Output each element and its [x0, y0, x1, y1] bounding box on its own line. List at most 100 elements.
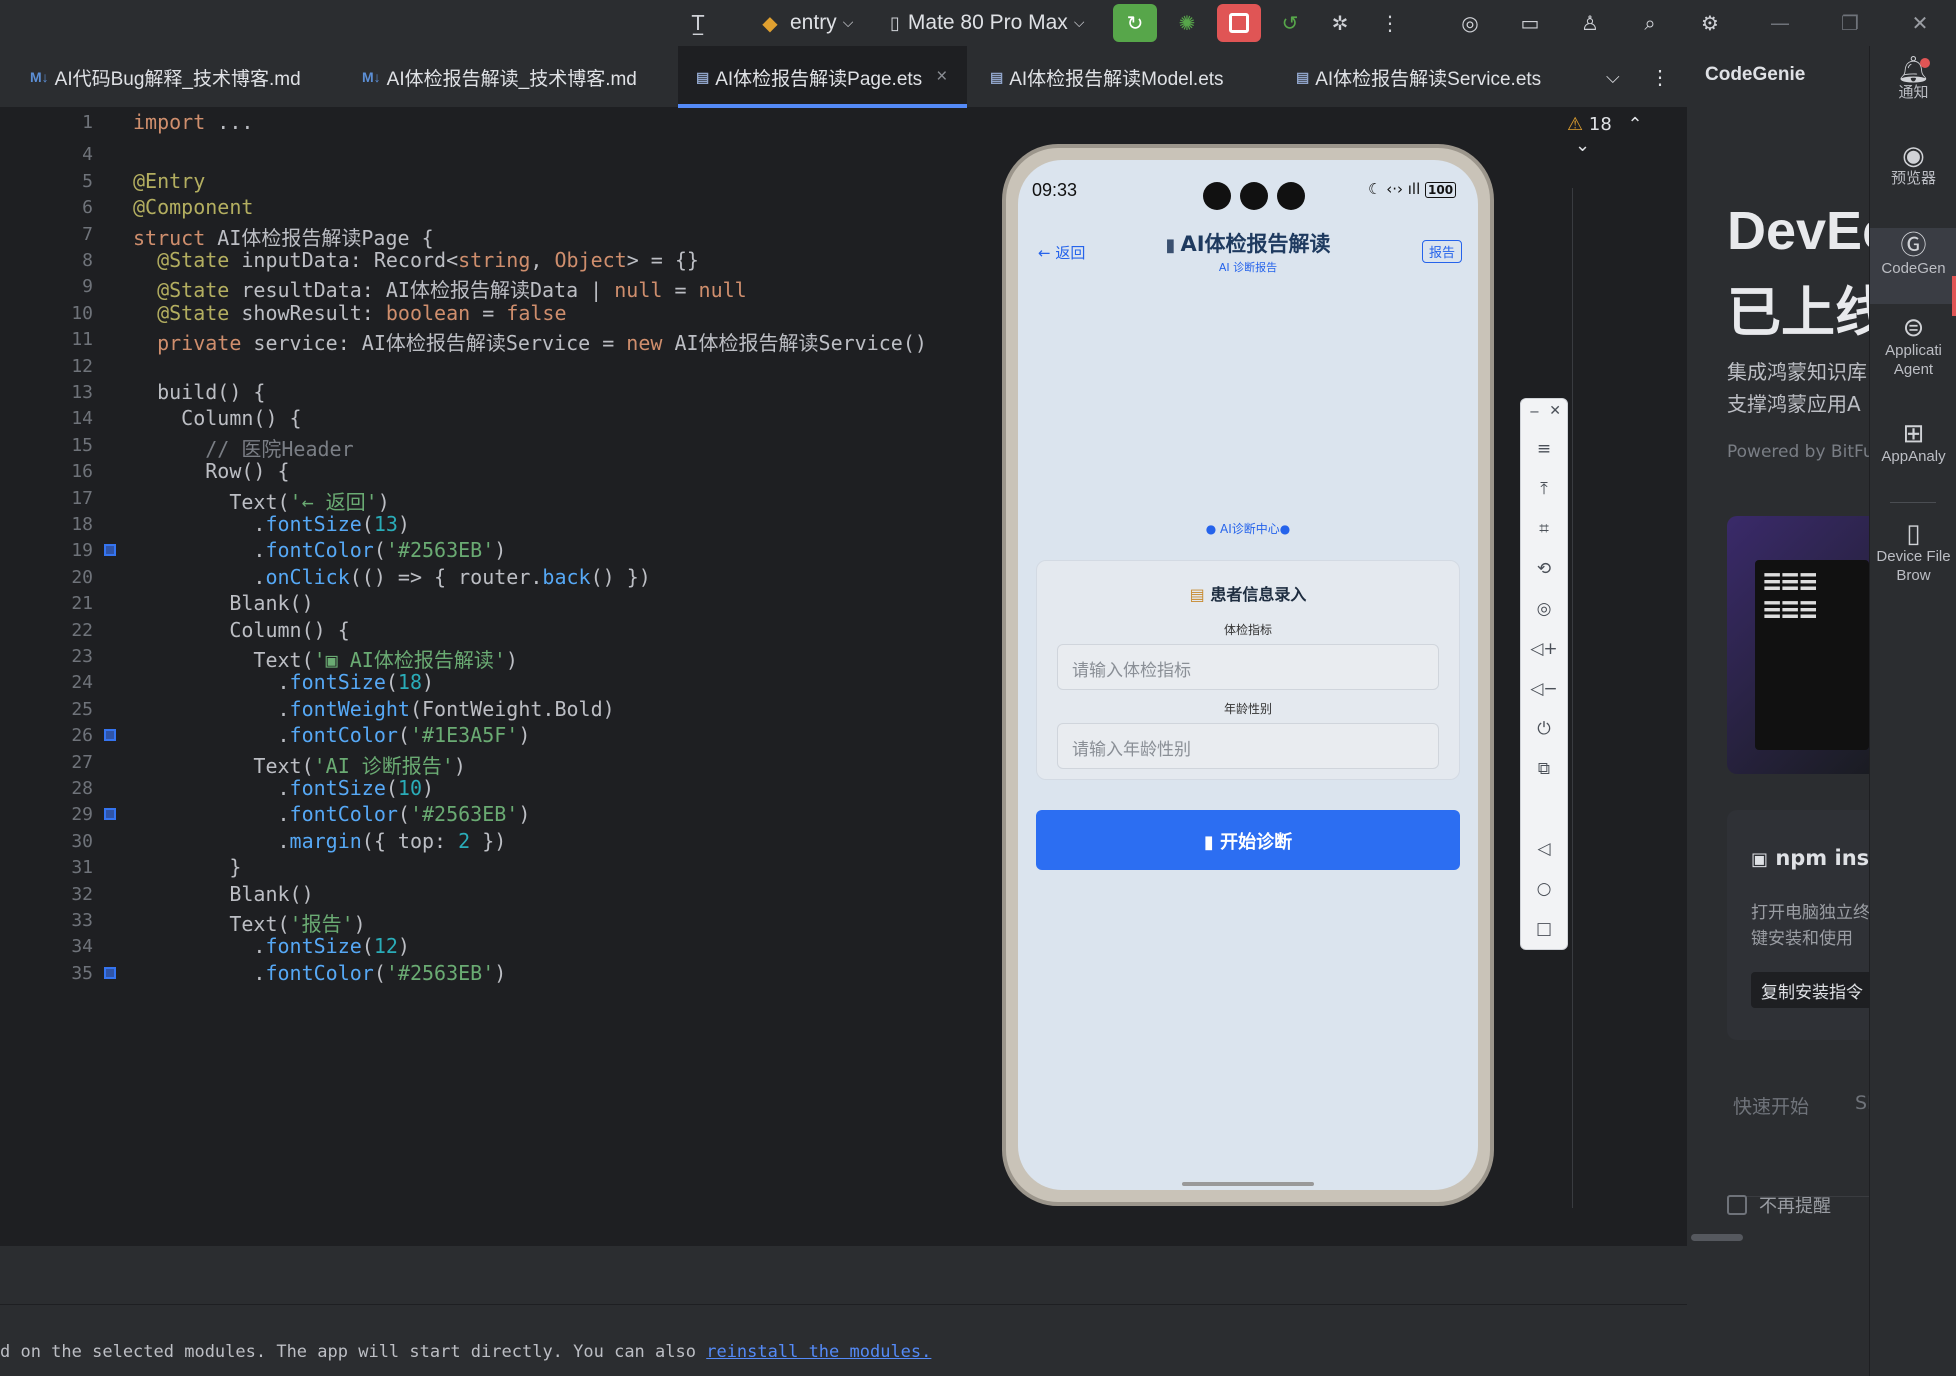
checkup-indicator-input[interactable]: 请输入体检指标	[1057, 644, 1439, 690]
more-icon[interactable]: ⋮	[1370, 4, 1410, 42]
nav-recent-icon[interactable]: □	[1521, 919, 1567, 939]
field-label: 体检指标	[1223, 623, 1272, 637]
previewer-tool[interactable]: ◉ 预览器	[1870, 142, 1956, 188]
code-line[interactable]: Text('▣ AI体检报告解读')	[133, 644, 518, 673]
code-line[interactable]: Column() {	[133, 618, 349, 642]
code-line[interactable]: @State resultData: AI体检报告解读Data | null =…	[133, 274, 747, 303]
code-line[interactable]: // 医院Header	[133, 433, 353, 462]
reinstall-link[interactable]: reinstall the modules.	[706, 1342, 931, 1362]
volume-up-icon[interactable]: ◁+	[1521, 639, 1567, 659]
bell-icon: 🔔︎	[1896, 54, 1930, 84]
tab-more-icon[interactable]: ⋮	[1650, 46, 1670, 108]
code-line[interactable]: Blank()	[133, 882, 313, 906]
codegenie-tool[interactable]: Ⓖ CodeGen	[1870, 228, 1956, 304]
code-line[interactable]: Text('← 返回')	[133, 486, 389, 515]
tab-bug-md[interactable]: M↓ AI代码Bug解释_技术博客.md	[30, 46, 301, 108]
appanalyzer-tool[interactable]: ⊞ AppAnaly	[1870, 420, 1956, 466]
target-icon[interactable]: ◎	[1450, 4, 1490, 42]
run-button[interactable]: ↻	[1113, 4, 1157, 42]
rotate-icon[interactable]: ⟲	[1521, 559, 1567, 579]
code-line[interactable]: @State showResult: boolean = false	[133, 301, 566, 325]
code-line[interactable]: Blank()	[133, 591, 313, 615]
nav-home-icon[interactable]: ○	[1521, 879, 1567, 899]
code-line[interactable]: @Component	[133, 195, 253, 219]
tab-quick-start[interactable]: 快速开始	[1733, 1092, 1809, 1119]
code-line[interactable]: struct AI体检报告解读Page {	[133, 222, 434, 251]
settings-gear-icon[interactable]: ⚙	[1690, 4, 1730, 42]
color-swatch-icon[interactable]	[104, 808, 116, 821]
code-line[interactable]: .fontSize(10)	[133, 776, 434, 800]
line-number: 28	[71, 778, 93, 799]
code-line[interactable]: }	[133, 855, 241, 879]
inspection-widget[interactable]: ⚠ 18 ⌃ ⌄	[1567, 114, 1671, 156]
code-line[interactable]: .fontSize(18)	[133, 670, 434, 694]
tab-service-ets[interactable]: ▤ AI体检报告解读Service.ets	[1296, 46, 1541, 108]
search-icon[interactable]: ⌕	[1630, 4, 1670, 42]
nav-back-icon[interactable]: ◁	[1521, 839, 1567, 859]
phone-screen: 09:33 ☾ ‹·› ıll 100 ← 返回 ▮ AI体检报告解读 AI 诊…	[1018, 160, 1478, 1190]
maximize-icon[interactable]: ❐	[1830, 4, 1870, 42]
multi-device-icon[interactable]: ⧉	[1521, 759, 1567, 779]
field-label: 年龄性别	[1223, 702, 1272, 716]
report-button[interactable]: 报告	[1422, 240, 1463, 263]
close-tab-icon[interactable]: ×	[936, 66, 947, 88]
age-gender-input[interactable]: 请输入年龄性别	[1057, 723, 1439, 769]
menu-icon[interactable]: ≡	[1521, 439, 1567, 459]
profiler-icon[interactable]: ✲	[1320, 4, 1360, 42]
code-line[interactable]: Text('报告')	[133, 908, 365, 937]
code-line[interactable]: .fontColor('#1E3A5F')	[133, 723, 530, 747]
close-preview-icon[interactable]: ✕	[1521, 403, 1567, 419]
notifications-tool[interactable]: 🔔︎ 通知	[1870, 54, 1956, 102]
tab-page-ets[interactable]: ▤ AI体检报告解读Page.ets ×	[678, 46, 968, 108]
line-number: 8	[82, 250, 93, 271]
code-line[interactable]: .onClick(() => { router.back() })	[133, 565, 650, 589]
start-diagnosis-button[interactable]: ▮ 开始诊断	[1036, 810, 1460, 870]
horizontal-scrollbar[interactable]	[1691, 1234, 1743, 1241]
tab-list-chevron-icon[interactable]: ⌵	[1606, 46, 1620, 108]
application-agent-tool[interactable]: ⊜ Applicati Agent	[1870, 314, 1956, 379]
color-swatch-icon[interactable]	[104, 544, 116, 557]
power-icon[interactable]: ⏻	[1521, 719, 1567, 739]
text-tool-icon[interactable]: T̲	[676, 4, 720, 42]
module-selector[interactable]: entry ⌵	[790, 4, 853, 42]
code-line[interactable]: .fontSize(12)	[133, 934, 410, 958]
screenshot-icon[interactable]: ◎	[1521, 599, 1567, 619]
code-line[interactable]: @Entry	[133, 169, 205, 193]
code-line[interactable]: .fontColor('#2563EB')	[133, 802, 530, 826]
chevron-up-icon[interactable]: ⌃	[1628, 114, 1643, 135]
debug-icon[interactable]: ✺	[1167, 4, 1207, 42]
tab-model-ets[interactable]: ▤ AI体检报告解读Model.ets	[990, 46, 1224, 108]
code-line[interactable]: .margin({ top: 2 })	[133, 829, 506, 853]
code-line[interactable]: @State inputData: Record<string, Object>…	[133, 248, 699, 272]
stop-button[interactable]	[1217, 4, 1261, 42]
code-line[interactable]: .fontColor('#2563EB')	[133, 961, 506, 985]
volume-down-icon[interactable]: ◁−	[1521, 679, 1567, 699]
folder-icon[interactable]: ▭	[1510, 4, 1550, 42]
copy-install-button[interactable]: 复制安装指令	[1751, 972, 1873, 1008]
code-line[interactable]: Row() {	[133, 459, 289, 483]
chevron-down-icon[interactable]: ⌄	[1575, 135, 1590, 156]
minimize-icon[interactable]: —	[1760, 4, 1800, 42]
code-line[interactable]: .fontWeight(FontWeight.Bold)	[133, 697, 614, 721]
report-icon: ▮	[1203, 832, 1214, 853]
code-line[interactable]: Column() {	[133, 406, 301, 430]
dont-remind-checkbox[interactable]: 不再提醒	[1727, 1192, 1831, 1218]
battery-indicator: 100	[1425, 182, 1457, 198]
crop-icon[interactable]: ⌗	[1521, 519, 1567, 539]
device-file-browser-tool[interactable]: ▯ Device File Brow	[1870, 520, 1956, 585]
home-indicator[interactable]	[1182, 1182, 1314, 1186]
code-line[interactable]: .fontSize(13)	[133, 512, 410, 536]
tab-report-md[interactable]: M↓ AI体检报告解读_技术博客.md	[362, 46, 637, 108]
code-line[interactable]: import ...	[133, 110, 253, 134]
code-line[interactable]: build() {	[133, 380, 265, 404]
color-swatch-icon[interactable]	[104, 966, 116, 979]
code-line[interactable]: Text('AI 诊断报告')	[133, 750, 465, 779]
close-window-icon[interactable]: ✕	[1900, 4, 1940, 42]
device-selector[interactable]: ▯ Mate 80 Pro Max ⌵	[890, 4, 1084, 42]
pin-top-icon[interactable]: ⤒	[1521, 479, 1567, 499]
color-swatch-icon[interactable]	[104, 729, 116, 742]
apply-changes-icon[interactable]: ↺	[1270, 4, 1310, 42]
code-line[interactable]: .fontColor('#2563EB')	[133, 538, 506, 562]
code-line[interactable]: private service: AI体检报告解读Service = new A…	[133, 327, 927, 356]
account-icon[interactable]: ♙	[1570, 4, 1610, 42]
